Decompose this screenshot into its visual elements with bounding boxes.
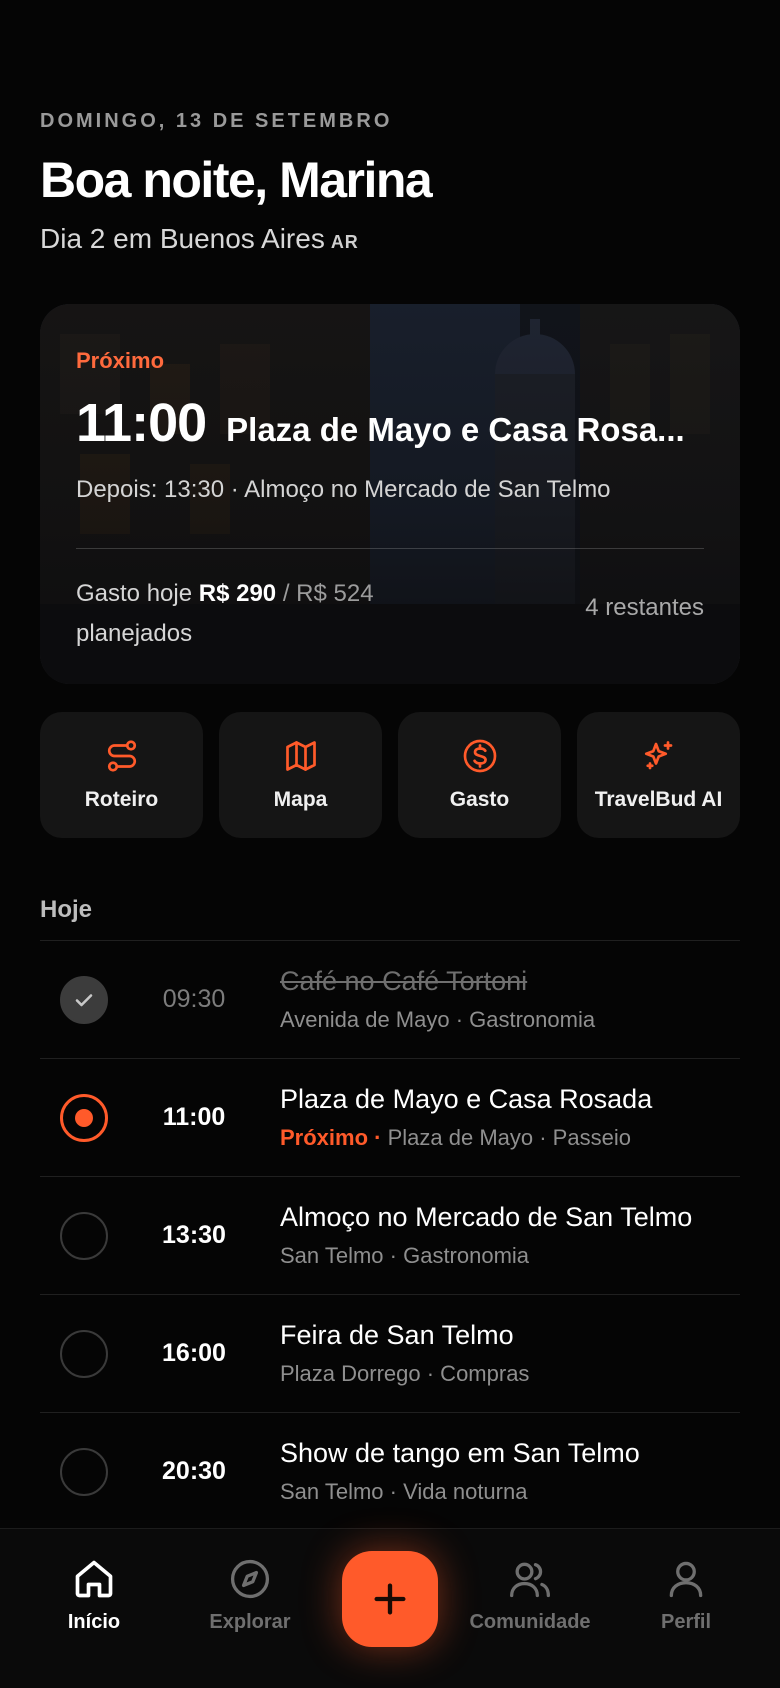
expense-button[interactable]: Gasto (398, 712, 561, 838)
item-meta: San Telmo · Vida noturna (280, 1479, 528, 1504)
item-title: Plaza de Mayo e Casa Rosada (280, 1084, 653, 1114)
item-meta: Avenida de Mayo · Gastronomia (280, 1007, 596, 1032)
item-title: Almoço no Mercado de San Telmo (280, 1202, 693, 1232)
check-icon (75, 993, 93, 1006)
pending-checkbox[interactable] (60, 1211, 108, 1260)
item-info: Almoço no Mercado de San Telmo San Telmo… (280, 1202, 740, 1269)
item-meta: Plaza de Mayo · Passeio (387, 1125, 631, 1150)
map-icon (285, 741, 316, 771)
quick-actions: Roteiro Mapa Gasto TravelBud AI (40, 712, 740, 838)
item-meta: Plaza Dorrego · Compras (280, 1361, 530, 1386)
remaining-count: 4 restantes (585, 594, 704, 621)
spend-summary: Gasto hoje R$ 290 / R$ 524 planejados (76, 574, 436, 654)
tab-home-label: Início (67, 1611, 121, 1633)
list-item[interactable]: 20:30 Show de tango em San Telmo San Tel… (40, 1412, 740, 1530)
completed-checkbox[interactable] (60, 975, 108, 1024)
item-meta: San Telmo · Gastronomia (280, 1243, 530, 1268)
next-badge: Próximo · (280, 1125, 382, 1150)
bottom-tab-bar: Início Explorar Comunidade Perfil (0, 1528, 780, 1688)
compass-icon (230, 1559, 270, 1599)
route-button[interactable]: Roteiro (40, 712, 203, 838)
next-activity-time: 11:00 (76, 393, 207, 453)
next-activity-row: 11:00 Plaza de Mayo e Casa Rosa... (76, 392, 704, 454)
dollar-icon (463, 739, 496, 773)
trip-day-label: Dia 2 em Buenos Aires (40, 223, 325, 254)
travelbud-ai-label: TravelBud AI (594, 788, 723, 811)
list-item[interactable]: 13:30 Almoço no Mercado de San Telmo San… (40, 1176, 740, 1294)
route-label: Roteiro (84, 788, 159, 811)
current-indicator[interactable] (60, 1093, 108, 1142)
following-activity: Depois: 13:30 · Almoço no Mercado de San… (76, 476, 611, 503)
item-meta-row: Próximo · Plaza de Mayo · Passeio (280, 1125, 740, 1151)
home-icon (75, 1560, 113, 1598)
next-label: Próximo (76, 348, 165, 373)
tab-profile[interactable]: Perfil (608, 1557, 764, 1634)
spend-prefix: Gasto hoje (76, 580, 193, 607)
card-divider (76, 548, 704, 549)
item-info: Plaza de Mayo e Casa Rosada Próximo · Pl… (280, 1084, 740, 1151)
item-info: Feira de San Telmo Plaza Dorrego · Compr… (280, 1320, 740, 1387)
plus-icon (374, 1583, 406, 1615)
item-title: Feira de San Telmo (280, 1320, 514, 1350)
tab-profile-label: Perfil (660, 1611, 712, 1633)
item-info: Café no Café Tortoni Avenida de Mayo · G… (280, 966, 740, 1033)
item-time: 09:30 (162, 985, 226, 1013)
spend-budget: / R$ 524 (282, 580, 374, 607)
item-title: Café no Café Tortoni (280, 966, 528, 996)
tab-community-label: Comunidade (469, 1611, 591, 1633)
country-code: AR (330, 232, 359, 252)
item-time: 20:30 (162, 1457, 226, 1485)
trip-subtitle: Dia 2 em Buenos Aires AR (40, 223, 740, 255)
list-item[interactable]: 11:00 Plaza de Mayo e Casa Rosada Próxim… (40, 1058, 740, 1176)
expense-label: Gasto (449, 788, 510, 811)
pending-checkbox[interactable] (60, 1447, 108, 1496)
tab-explore-label: Explorar (209, 1611, 291, 1633)
route-icon (107, 740, 136, 772)
map-label: Mapa (273, 788, 328, 811)
greeting-title: Boa noite, Marina (40, 152, 433, 208)
user-icon (669, 1561, 703, 1598)
users-icon (510, 1562, 550, 1598)
current-dot (75, 1108, 93, 1127)
today-section-title: Hoje (40, 896, 93, 923)
item-time: 13:30 (162, 1221, 226, 1249)
add-button[interactable] (342, 1551, 438, 1647)
list-item[interactable]: 16:00 Feira de San Telmo Plaza Dorrego ·… (40, 1294, 740, 1412)
today-list: 09:30 Café no Café Tortoni Avenida de Ma… (40, 940, 740, 1530)
spend-amount: R$ 290 (198, 580, 277, 607)
pending-checkbox[interactable] (60, 1329, 108, 1378)
tab-home[interactable]: Início (16, 1557, 172, 1634)
item-info: Show de tango em San Telmo San Telmo · V… (280, 1438, 740, 1505)
header: DOMINGO, 13 DE SETEMBRO Boa noite, Marin… (40, 110, 740, 255)
next-activity-card[interactable]: Próximo 11:00 Plaza de Mayo e Casa Rosa.… (40, 304, 740, 684)
travelbud-ai-button[interactable]: TravelBud AI (577, 712, 740, 838)
tab-community[interactable]: Comunidade (452, 1557, 608, 1634)
tab-explore[interactable]: Explorar (172, 1557, 328, 1634)
item-title: Show de tango em San Telmo (280, 1438, 640, 1468)
sparkles-icon (644, 741, 672, 770)
date-label: DOMINGO, 13 DE SETEMBRO (40, 110, 393, 132)
item-time: 16:00 (162, 1339, 226, 1367)
spend-suffix: planejados (76, 620, 193, 647)
next-activity-title: Plaza de Mayo e Casa Rosa... (226, 411, 685, 448)
map-button[interactable]: Mapa (219, 712, 382, 838)
item-time: 11:00 (162, 1103, 226, 1131)
list-item[interactable]: 09:30 Café no Café Tortoni Avenida de Ma… (40, 940, 740, 1058)
